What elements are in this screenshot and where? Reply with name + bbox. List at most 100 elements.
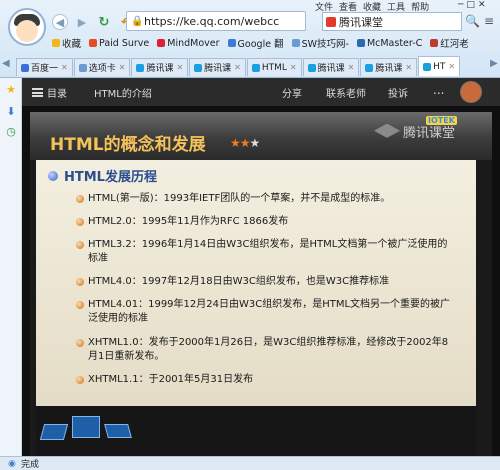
site-icon bbox=[227, 39, 236, 47]
star-icon: ★★ bbox=[230, 136, 250, 150]
bookmark-item[interactable]: MindMover bbox=[157, 38, 220, 49]
tab-strip: 百度一 ✕ 选项卡 ✕ 腾讯课 ✕ 腾讯课 ✕ HTML ✕ 腾讯课 ✕ 腾讯课 ✕ HT ✕ bbox=[0, 54, 500, 76]
menu-tools[interactable]: 工具 bbox=[387, 0, 405, 13]
site-icon bbox=[78, 63, 87, 72]
star-icon bbox=[52, 39, 60, 47]
list-item: HTML2.0：1995年11月作为RFC 1866发布 bbox=[76, 215, 466, 229]
site-icon bbox=[307, 63, 316, 72]
bullet-icon bbox=[76, 339, 84, 347]
address-bar[interactable]: 🔒 https://ke.qq.com/webcc bbox=[126, 11, 306, 31]
menu-bar: 文件 查看 收藏 工具 帮助 bbox=[315, 0, 429, 13]
menu-help[interactable]: 帮助 bbox=[411, 0, 429, 13]
monitor-icon bbox=[72, 416, 100, 438]
more-button[interactable]: ... bbox=[433, 83, 444, 97]
close-icon[interactable]: ✕ bbox=[448, 62, 455, 71]
iotek-badge: IOTEK bbox=[426, 116, 457, 125]
share-button[interactable]: 分享 bbox=[282, 85, 302, 100]
catalog-button[interactable]: 目录 bbox=[32, 85, 67, 100]
site-icon bbox=[194, 63, 203, 72]
laptop-icon bbox=[104, 424, 132, 438]
reload-icon[interactable]: ↻ bbox=[96, 14, 112, 30]
user-avatar[interactable] bbox=[8, 8, 46, 46]
tab-item[interactable]: 腾讯课 ✕ bbox=[360, 58, 418, 76]
status-text: 完成 bbox=[21, 460, 40, 470]
bullet-icon bbox=[48, 170, 58, 181]
search-input[interactable]: 腾讯课堂 bbox=[339, 14, 383, 30]
site-icon bbox=[365, 63, 374, 72]
tab-item[interactable]: 腾讯课 ✕ bbox=[131, 58, 189, 76]
site-icon bbox=[157, 39, 166, 47]
clock-icon[interactable]: ◷ bbox=[4, 124, 18, 138]
bullet-icon bbox=[76, 241, 84, 249]
tab-scroll-right-icon[interactable]: ▶ bbox=[490, 58, 498, 69]
menu-favorites[interactable]: 收藏 bbox=[363, 0, 381, 13]
tab-item[interactable]: 选项卡 ✕ bbox=[73, 58, 131, 76]
browser-sidebar: ★ ⬇ ◷ bbox=[0, 78, 22, 456]
tab-item-active[interactable]: HT ✕ bbox=[418, 56, 461, 76]
star-icon[interactable]: ★ bbox=[4, 82, 18, 96]
close-icon[interactable]: ✕ bbox=[290, 63, 297, 72]
menu-file[interactable]: 文件 bbox=[315, 0, 333, 13]
bullet-icon bbox=[76, 278, 84, 286]
site-icon bbox=[251, 63, 260, 72]
bookmark-item[interactable]: SW技巧网- bbox=[291, 36, 349, 50]
bookmark-item[interactable]: Google 翻 bbox=[227, 36, 284, 50]
avatar[interactable] bbox=[460, 81, 482, 103]
bookmarks-bar: 收藏 Paid Surve MindMover Google 翻 SW技巧网- … bbox=[52, 36, 469, 50]
browser-window: ◀ ▶ ↻ ↶ ▼ 🔒 https://ke.qq.com/webcc 文件 查… bbox=[0, 0, 500, 470]
section-heading: HTML发展历程 bbox=[48, 166, 157, 185]
bullet-icon bbox=[76, 218, 84, 226]
close-icon[interactable]: ✕ bbox=[176, 63, 183, 72]
maximize-icon[interactable]: □ bbox=[466, 0, 475, 10]
bookmark-favorites[interactable]: 收藏 bbox=[52, 36, 81, 50]
contact-teacher-button[interactable]: 联系老师 bbox=[326, 85, 366, 100]
close-icon[interactable]: ✕ bbox=[478, 0, 486, 10]
forward-icon[interactable]: ▶ bbox=[74, 14, 90, 30]
window-controls: ─ □ ✕ bbox=[458, 0, 485, 10]
status-bar: ◉ 完成 bbox=[0, 456, 500, 470]
menu-icon[interactable]: ≡ bbox=[484, 14, 494, 28]
course-topbar: 目录 HTML的介绍 分享 联系老师 投诉 ... bbox=[22, 78, 500, 106]
minimize-icon[interactable]: ─ bbox=[458, 0, 463, 10]
search-box[interactable]: 腾讯课堂 bbox=[322, 12, 462, 31]
slide-footer bbox=[36, 406, 476, 456]
site-icon bbox=[356, 39, 365, 47]
bookmark-item[interactable]: McMaster-C bbox=[356, 38, 422, 49]
close-icon[interactable]: ✕ bbox=[348, 63, 355, 72]
lock-icon: 🔒 bbox=[131, 16, 144, 27]
tencent-class-logo: 腾讯课堂 IOTEK bbox=[374, 116, 457, 141]
site-icon bbox=[21, 63, 29, 72]
bookmark-item[interactable]: Paid Surve bbox=[89, 38, 149, 49]
bullet-icon bbox=[76, 301, 84, 309]
graduation-cap-icon bbox=[374, 123, 400, 138]
site-icon bbox=[136, 63, 145, 72]
close-icon[interactable]: ✕ bbox=[119, 63, 126, 72]
tab-item[interactable]: HTML ✕ bbox=[246, 58, 302, 76]
search-icon[interactable]: 🔍 bbox=[465, 14, 480, 28]
menu-icon bbox=[32, 88, 43, 97]
site-icon bbox=[430, 39, 439, 47]
list-item: HTML4.01：1999年12月24日由W3C组织发布，是HTML文档另一个重… bbox=[76, 298, 456, 326]
menu-view[interactable]: 查看 bbox=[339, 0, 357, 13]
download-icon[interactable]: ⬇ bbox=[4, 104, 18, 118]
tablet-icon bbox=[39, 424, 69, 440]
address-text[interactable]: https://ke.qq.com/webcc bbox=[144, 15, 279, 28]
lesson-title: HTML的介绍 bbox=[94, 89, 152, 100]
tab-item[interactable]: 腾讯课 ✕ bbox=[189, 58, 246, 76]
complain-button[interactable]: 投诉 bbox=[388, 85, 408, 100]
bullet-icon bbox=[76, 195, 84, 203]
tab-item[interactable]: 百度一 ✕ bbox=[16, 58, 73, 76]
bookmark-item[interactable]: 红河老 bbox=[430, 36, 469, 50]
site-icon bbox=[423, 62, 432, 71]
search-engine-icon bbox=[326, 16, 336, 27]
list-item: XHTML1.1：于2001年5月31日发布 bbox=[76, 373, 466, 387]
site-icon bbox=[89, 39, 98, 47]
bullet-icon bbox=[76, 376, 84, 384]
list-item: XHTML1.0：发布于2000年1月26日，是W3C组织推荐标准，经修改于20… bbox=[76, 336, 456, 364]
back-icon[interactable]: ◀ bbox=[52, 14, 68, 30]
close-icon[interactable]: ✕ bbox=[61, 63, 68, 72]
tab-item[interactable]: 腾讯课 ✕ bbox=[302, 58, 360, 76]
close-icon[interactable]: ✕ bbox=[405, 63, 412, 72]
slide-title: HTML的概念和发展 bbox=[50, 135, 206, 155]
close-icon[interactable]: ✕ bbox=[234, 63, 241, 72]
